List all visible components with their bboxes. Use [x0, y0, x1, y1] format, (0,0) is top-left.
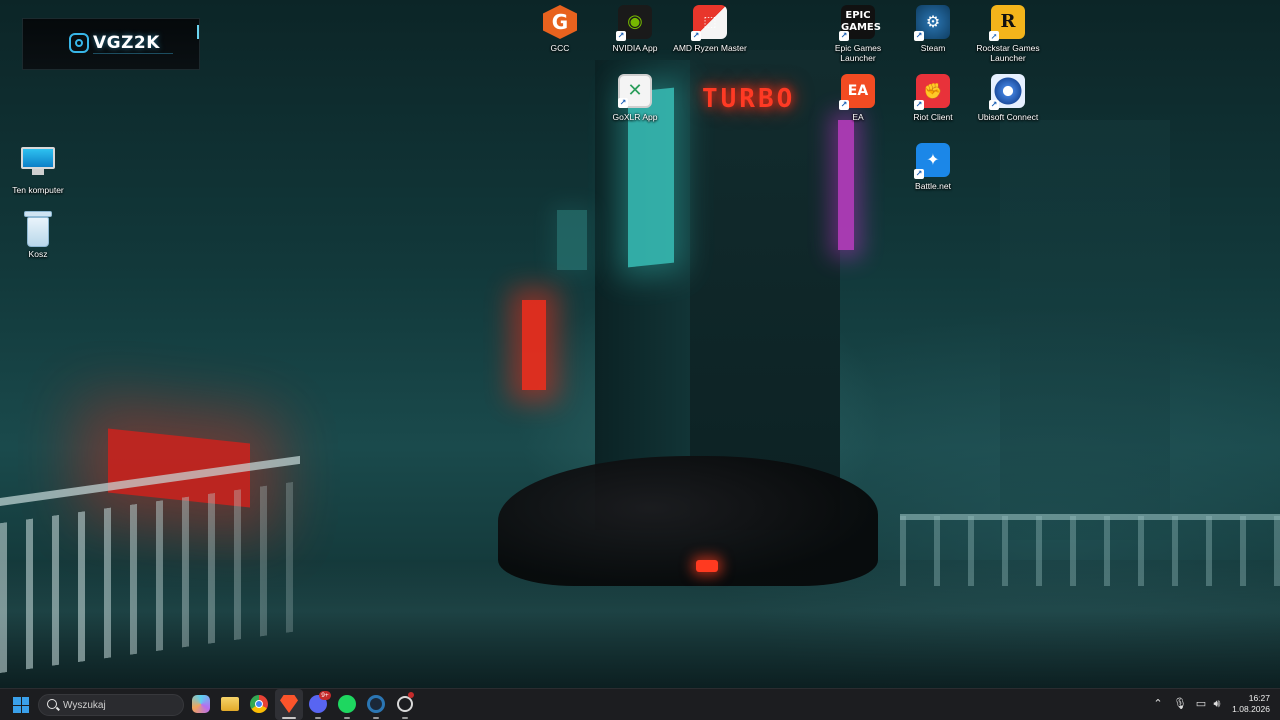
app-notification-dot: [408, 692, 414, 698]
desktop-icon-ubisoft-connect[interactable]: ↗ Ubisoft Connect: [970, 74, 1046, 122]
desktop-icon-label: Kosz: [28, 249, 48, 259]
desktop-icon-amd-ryzen-master[interactable]: ⬚ ↗ AMD Ryzen Master: [672, 5, 748, 53]
ea-icon: EA ↗: [839, 74, 875, 110]
desktop-icon-battlenet[interactable]: ✦ ↗ Battle.net: [895, 143, 971, 191]
taskbar-clock[interactable]: 16:27 1.08.2026: [1232, 693, 1270, 715]
amd-ryzen-master-icon: ⬚ ↗: [691, 5, 727, 41]
desktop-icon-label: AMD Ryzen Master: [673, 43, 747, 53]
battlenet-icon: ✦ ↗: [914, 143, 950, 179]
logo-underline: [93, 53, 173, 54]
desktop-icon-riot-client[interactable]: ✊ ↗ Riot Client: [895, 74, 971, 122]
logo-widget-edge: [197, 25, 199, 39]
desktop-icon-label: Ten komputer: [12, 185, 64, 195]
gcc-icon: G: [543, 5, 577, 39]
taskbar-running-indicator: [344, 717, 350, 719]
clock-date: 1.08.2026: [1232, 704, 1270, 714]
wallpaper-building-far: [1000, 120, 1170, 540]
desktop-icon-kosz[interactable]: Kosz: [0, 211, 76, 259]
taskbar-search-box[interactable]: Wyszukaj: [38, 694, 184, 716]
wallpaper-neon-red-vertical: [522, 300, 546, 390]
show-hidden-icons-chevron-icon[interactable]: ⌃: [1151, 697, 1165, 711]
windows-logo-icon: [21, 697, 29, 705]
desktop-icon-ten-komputer[interactable]: Ten komputer: [0, 143, 76, 195]
steam-icon: ⚙ ↗: [914, 5, 950, 41]
goxlr-icon: ✕ ↗: [618, 74, 652, 108]
desktop-icon-label: GoXLR App: [612, 112, 658, 122]
chrome-icon[interactable]: [250, 695, 268, 713]
taskbar-running-indicator: [282, 717, 296, 719]
desktop-icon-label: NVIDIA App: [612, 43, 658, 53]
wallpaper-car: [498, 456, 878, 586]
rockstar-icon: R ↗: [989, 5, 1025, 41]
epic-games-icon: EPIC GAMES ↗: [839, 5, 881, 41]
clock-time: 16:27: [1248, 693, 1270, 703]
windows-logo-icon: [13, 697, 21, 705]
wallpaper-railing-right: [900, 516, 1280, 586]
wallpaper-car-taillight: [696, 560, 718, 572]
computer-icon: [21, 147, 55, 181]
desktop-icon-rockstar[interactable]: R ↗ Rockstar Games Launcher: [970, 5, 1046, 63]
desktop-icon-label: Ubisoft Connect: [977, 112, 1039, 122]
logo-text: VGZ2K: [93, 33, 160, 53]
taskbar: Wyszukaj 9+ ⌃ 🎙︎ ▭ 🔊︎ 16:27 1.08.2026: [0, 688, 1280, 720]
desktop-icon-goxlr[interactable]: ✕ ↗ GoXLR App: [597, 74, 673, 122]
discord-notification-badge: 9+: [319, 691, 331, 700]
desktop-icon-nvidia-app[interactable]: ◉ ↗ NVIDIA App: [597, 5, 673, 53]
desktop-icon-steam[interactable]: ⚙ ↗ Steam: [895, 5, 971, 53]
wallpaper-neon-cyan-small: [557, 210, 587, 270]
desktop-icon-label: EA: [852, 112, 864, 122]
desktop-icon-gcc[interactable]: G GCC: [522, 5, 598, 53]
desktop-icon-label: GCC: [550, 43, 570, 53]
taskbar-running-indicator: [402, 717, 408, 719]
ubisoft-icon: ↗: [989, 74, 1025, 110]
logo-widget[interactable]: VGZ2K: [22, 18, 200, 70]
desktop-icon-label: Steam: [920, 43, 946, 53]
microphone-icon[interactable]: 🎙︎: [1173, 697, 1187, 711]
volume-icon[interactable]: 🔊︎: [1210, 697, 1224, 711]
logo-mark-icon: [69, 33, 89, 53]
spotify-icon[interactable]: [338, 695, 356, 713]
nvidia-icon: ◉ ↗: [616, 5, 652, 41]
copilot-icon[interactable]: [192, 695, 210, 713]
desktop-icon-ea[interactable]: EA ↗ EA: [820, 74, 896, 122]
riot-client-icon: ✊ ↗: [914, 74, 950, 110]
wallpaper-neon-turbo-sign: TURBO: [702, 84, 796, 114]
github-desktop-icon[interactable]: [397, 696, 413, 712]
start-button[interactable]: [13, 697, 29, 713]
recycle-bin-icon: [21, 211, 55, 247]
wallpaper-neon-purple: [838, 120, 854, 250]
desktop-icon-label: Epic Games Launcher: [834, 43, 882, 63]
desktop-icon-label: Battle.net: [915, 181, 951, 191]
search-icon: [47, 699, 57, 709]
windows-logo-icon: [21, 705, 29, 713]
windows-logo-icon: [13, 705, 21, 713]
steam-taskbar-icon[interactable]: [367, 695, 385, 713]
taskbar-running-indicator: [373, 717, 379, 719]
desktop-icon-label: Riot Client: [913, 112, 953, 122]
file-explorer-icon[interactable]: [221, 697, 239, 711]
desktop-icon-label: Rockstar Games Launcher: [976, 43, 1040, 63]
taskbar-running-indicator: [315, 717, 321, 719]
search-placeholder: Wyszukaj: [63, 700, 106, 711]
desktop-icon-epic-games[interactable]: EPIC GAMES ↗ Epic Games Launcher: [820, 5, 896, 63]
network-icon[interactable]: ▭: [1194, 697, 1208, 711]
